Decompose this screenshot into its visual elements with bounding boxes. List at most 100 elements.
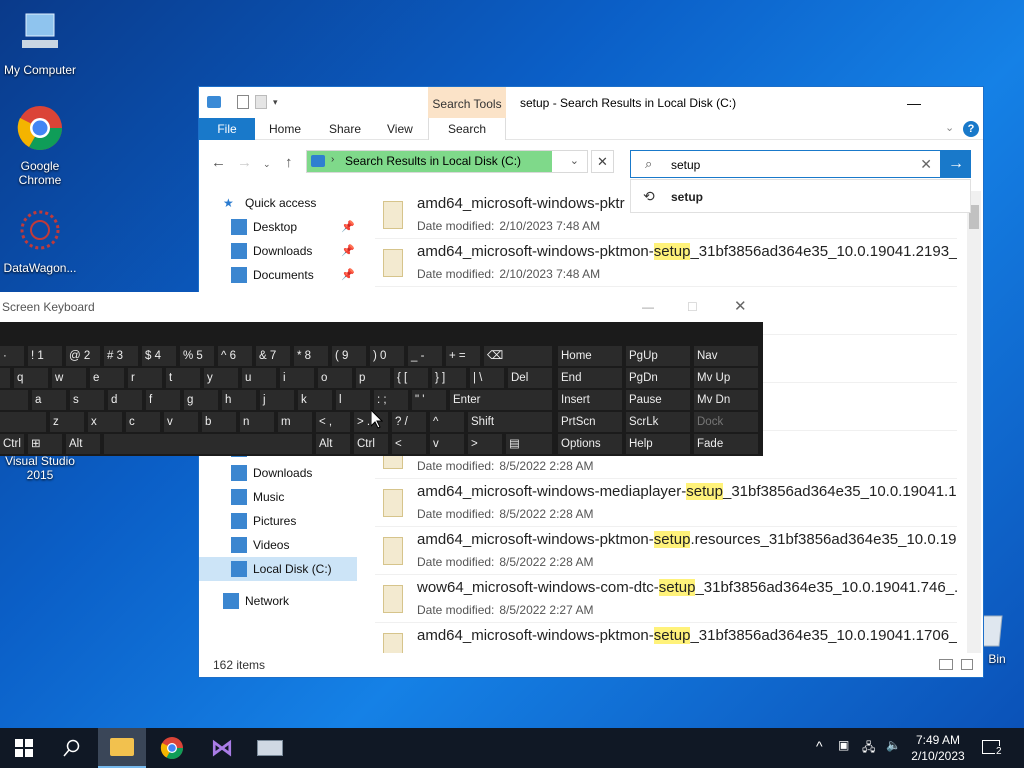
osk-key[interactable] — [0, 390, 28, 410]
customize-qat-icon[interactable]: ▾ — [273, 97, 278, 108]
my-computer-desktop-icon[interactable]: My Computer — [0, 8, 80, 77]
osk-key[interactable]: ! 1 — [28, 346, 62, 366]
start-button[interactable] — [0, 728, 48, 768]
osk-key[interactable]: l — [336, 390, 370, 410]
osk-key[interactable]: u — [242, 368, 276, 388]
search-taskbar-button[interactable] — [48, 728, 96, 768]
osk-key[interactable]: Mv Dn — [694, 390, 758, 410]
osk-key[interactable]: * 8 — [294, 346, 328, 366]
osk-key[interactable]: < — [392, 434, 426, 454]
address-bar[interactable]: Search Results in Local Disk (C:) › ⌄ — [306, 150, 588, 173]
osk-key[interactable]: m — [278, 412, 312, 432]
osk-key[interactable]: ) 0 — [370, 346, 404, 366]
osk-taskbar-button[interactable] — [246, 728, 294, 768]
tab-search[interactable]: Search — [428, 118, 506, 140]
osk-key[interactable]: } ] — [432, 368, 466, 388]
show-hidden-icons-icon[interactable]: ^ — [816, 738, 823, 754]
osk-key[interactable]: PrtScn — [558, 412, 622, 432]
osk-key[interactable]: Fade — [694, 434, 758, 454]
osk-key[interactable]: k — [298, 390, 332, 410]
osk-key[interactable]: Dock — [694, 412, 758, 432]
large-icons-view-icon[interactable] — [961, 659, 973, 670]
osk-key[interactable]: j — [260, 390, 294, 410]
expand-ribbon-icon[interactable]: ⌄ — [945, 121, 954, 134]
google-chrome-desktop-icon[interactable]: Google Chrome — [0, 104, 80, 187]
osk-close-button[interactable]: ✕ — [734, 292, 747, 322]
osk-key[interactable]: n — [240, 412, 274, 432]
osk-key[interactable]: # 3 — [104, 346, 138, 366]
osk-key[interactable]: ScrLk — [626, 412, 690, 432]
osk-key[interactable]: ^ 6 — [218, 346, 252, 366]
osk-key[interactable]: i — [280, 368, 314, 388]
security-tray-icon[interactable]: ▣ — [838, 738, 849, 752]
nav-item-music[interactable]: Music — [199, 485, 357, 509]
osk-key[interactable]: s — [70, 390, 104, 410]
osk-key[interactable]: + = — [446, 346, 480, 366]
osk-key[interactable]: $ 4 — [142, 346, 176, 366]
osk-key[interactable]: Options — [558, 434, 622, 454]
osk-key[interactable]: PgDn — [626, 368, 690, 388]
osk-key[interactable]: & 7 — [256, 346, 290, 366]
osk-key[interactable]: Shift — [468, 412, 552, 432]
osk-key[interactable]: Home — [558, 346, 622, 366]
nav-item-videos[interactable]: Videos — [199, 533, 357, 557]
osk-key[interactable]: z — [50, 412, 84, 432]
tab-view[interactable]: View — [375, 118, 425, 140]
osk-key[interactable]: x — [88, 412, 122, 432]
back-arrow-icon[interactable]: ← — [211, 154, 226, 171]
osk-key[interactable]: d — [108, 390, 142, 410]
osk-key[interactable]: Insert — [558, 390, 622, 410]
nav-item-local-disk-c[interactable]: Local Disk (C:) — [199, 557, 357, 581]
osk-key[interactable]: Alt — [66, 434, 100, 454]
search-go-button[interactable]: → — [941, 150, 971, 178]
osk-key[interactable]: h — [222, 390, 256, 410]
osk-key[interactable]: v — [430, 434, 464, 454]
osk-key[interactable]: q — [14, 368, 48, 388]
osk-key[interactable] — [0, 368, 10, 388]
file-explorer-taskbar-button[interactable] — [98, 728, 146, 768]
osk-key[interactable]: @ 2 — [66, 346, 100, 366]
osk-key[interactable]: c — [126, 412, 160, 432]
osk-key[interactable]: > — [468, 434, 502, 454]
osk-key[interactable]: t — [166, 368, 200, 388]
tab-share[interactable]: Share — [317, 118, 373, 140]
osk-key[interactable]: Alt — [316, 434, 350, 454]
recent-locations-icon[interactable]: ⌄ — [263, 159, 271, 170]
datawagon-desktop-icon[interactable]: DataWagon... — [0, 206, 80, 275]
network-tray-icon[interactable]: 🖧 — [862, 738, 875, 759]
visual-studio-desktop-icon[interactable]: Visual Studio 2015 — [0, 454, 80, 482]
properties-icon[interactable] — [237, 95, 249, 109]
osk-key[interactable]: ^ — [430, 412, 464, 432]
osk-key[interactable]: g — [184, 390, 218, 410]
osk-maximize-button[interactable]: ☐ — [687, 292, 698, 322]
result-row[interactable]: amd64_microsoft-windows-mediaplayer-setu… — [375, 479, 957, 527]
osk-key[interactable]: Ctrl — [0, 434, 24, 454]
osk-key[interactable]: ⌫ — [484, 346, 552, 366]
result-row[interactable]: amd64_microsoft-windows-pktmon-setup_31b… — [375, 239, 957, 287]
osk-key[interactable]: PgUp — [626, 346, 690, 366]
osk-key[interactable]: : ; — [374, 390, 408, 410]
osk-key[interactable]: Help — [626, 434, 690, 454]
stop-search-button[interactable]: ✕ — [591, 150, 614, 173]
osk-key[interactable]: Del — [508, 368, 552, 388]
address-history-chevron-icon[interactable]: ⌄ — [570, 154, 579, 167]
vertical-scrollbar[interactable] — [967, 191, 981, 653]
up-arrow-icon[interactable]: ↑ — [285, 154, 293, 171]
osk-key[interactable] — [0, 412, 46, 432]
nav-item-downloads[interactable]: Downloads — [199, 461, 357, 485]
search-input[interactable]: setup — [671, 158, 700, 172]
breadcrumb[interactable]: Search Results in Local Disk (C:) — [307, 151, 552, 172]
chrome-taskbar-button[interactable] — [148, 728, 196, 768]
forward-arrow-icon[interactable]: → — [237, 154, 252, 171]
nav-item-network[interactable]: Network — [199, 589, 357, 613]
osk-key[interactable]: r — [128, 368, 162, 388]
nav-item-desktop[interactable]: Desktop 📌 — [199, 215, 357, 239]
osk-key[interactable]: a — [32, 390, 66, 410]
osk-key[interactable]: ⊞ — [28, 434, 62, 454]
osk-key[interactable]: Pause — [626, 390, 690, 410]
osk-key[interactable]: Nav — [694, 346, 758, 366]
search-suggestion[interactable]: ⟲ setup — [630, 179, 971, 213]
osk-key[interactable]: End — [558, 368, 622, 388]
details-view-icon[interactable] — [939, 659, 953, 670]
result-row[interactable]: amd64_microsoft-windows-pktmon-setup.res… — [375, 527, 957, 575]
